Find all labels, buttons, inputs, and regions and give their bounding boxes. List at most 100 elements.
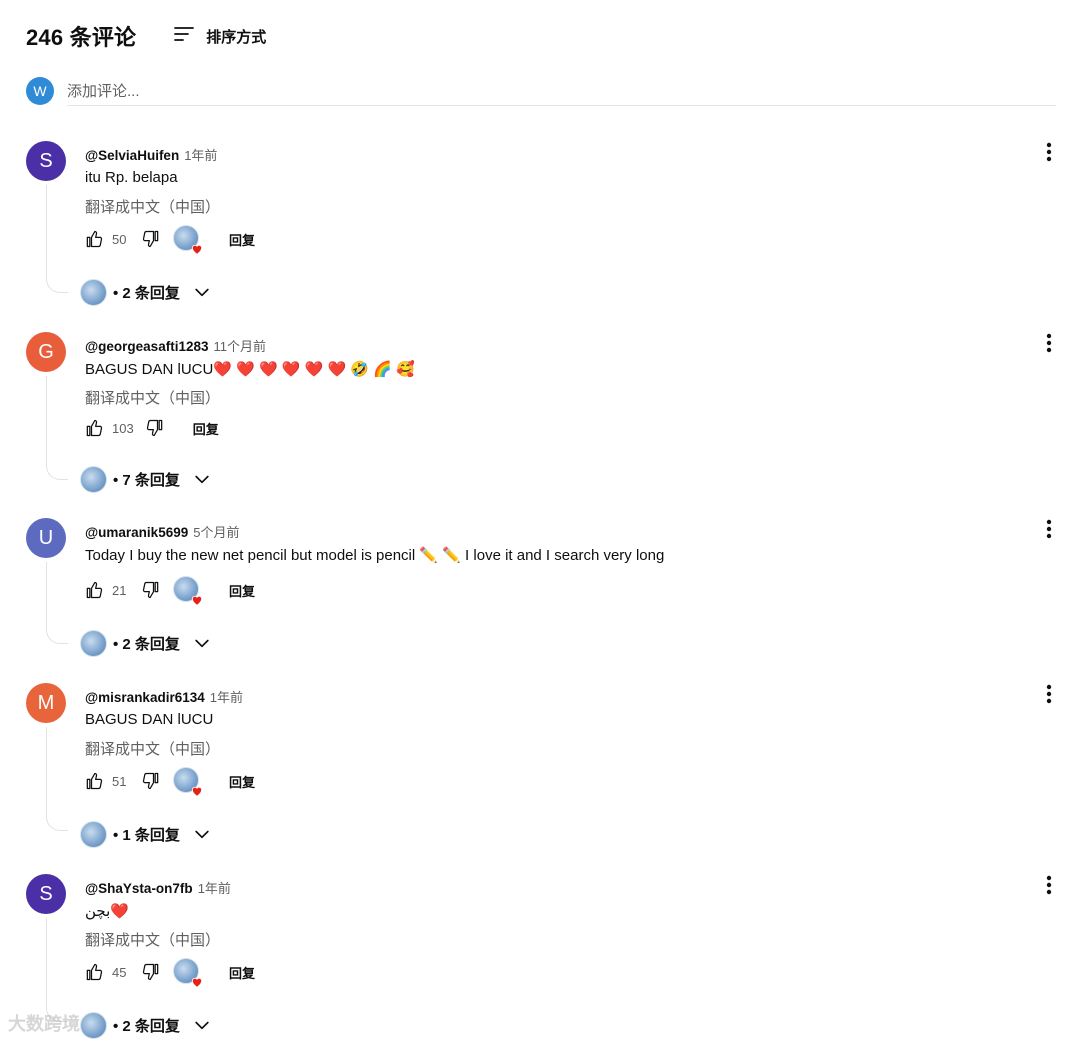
creator-heart-badge [173,958,203,988]
translate-link[interactable]: 翻译成中文（中国） [85,929,220,950]
like-count: 103 [112,420,134,436]
dislike-button[interactable] [145,418,165,438]
more-options-button[interactable] [1038,141,1060,163]
thumb-down-icon [142,963,159,981]
reply-avatar [80,278,107,306]
reply-avatar [80,820,107,848]
commenter-avatar[interactable]: S [26,874,66,914]
translate-link[interactable]: 翻译成中文（中国） [85,387,220,408]
comment-meta: @umaranik5699 5个月前 [85,522,239,541]
more-options-button[interactable] [1038,683,1060,705]
view-replies-button[interactable]: • 2 条回复 [80,1011,212,1039]
sort-button[interactable]: 排序方式 [172,22,266,51]
view-replies-button[interactable]: • 1 条回复 [80,820,212,848]
comment-time[interactable]: 1年前 [184,145,217,164]
comment-meta: @georgeasafti1283 11个月前 [85,336,266,355]
thumb-up-icon [86,581,103,599]
comment-author[interactable]: @misrankadir6134 [85,690,205,705]
comment-actions: 103 回复 [84,414,219,442]
thread-line [46,727,68,831]
comment-author[interactable]: @umaranik5699 [85,525,188,540]
creator-heart-badge [173,767,203,797]
like-button[interactable] [84,771,104,791]
dislike-button[interactable] [141,962,161,982]
comment-meta: @ShaYsta-on7fb 1年前 [85,878,231,897]
heart-icon [191,786,203,797]
thumb-up-icon [86,419,103,437]
like-count: 21 [112,582,127,598]
creator-heart-badge [173,576,203,606]
comment-text: BAGUS DAN lUCU❤️ ❤️ ❤️ ❤️ ❤️ ❤️ 🤣 🌈 🥰 [85,361,415,378]
thumb-up-icon [86,963,103,981]
comment-text: بچن❤️ [85,903,129,920]
view-replies-button[interactable]: • 2 条回复 [80,278,212,306]
like-count: 45 [112,964,127,980]
commenter-avatar[interactable]: M [26,683,66,723]
reply-avatar [80,1011,107,1039]
translate-link[interactable]: 翻译成中文（中国） [85,738,220,759]
comment-author[interactable]: @georgeasafti1283 [85,339,208,354]
reply-button[interactable]: 回复 [229,581,255,600]
comments-header: 246 条评论 排序方式 [26,18,266,54]
thumb-up-icon [86,772,103,790]
chevron-down-icon [195,288,209,297]
comment-time[interactable]: 11个月前 [213,336,266,355]
comment-author[interactable]: @ShaYsta-on7fb [85,881,193,896]
translate-link[interactable]: 翻译成中文（中国） [85,196,220,217]
thread-line [46,185,68,293]
add-comment-input[interactable]: 添加评论... [67,76,1056,106]
comment-text: Today I buy the new net pencil but model… [85,547,665,564]
thumb-up-icon [86,230,103,248]
heart-icon [191,244,203,255]
thumb-down-icon [142,581,159,599]
heart-icon [191,977,203,988]
dislike-button[interactable] [141,229,161,249]
more-options-button[interactable] [1038,874,1060,896]
comment-author[interactable]: @SelviaHuifen [85,148,179,163]
reply-button[interactable]: 回复 [229,230,255,249]
view-replies-button[interactable]: • 7 条回复 [80,465,212,493]
like-button[interactable] [84,229,104,249]
thread-line [46,376,68,480]
reply-button[interactable]: 回复 [229,772,255,791]
chevron-down-icon [195,639,209,648]
comment-actions: 21 回复 [84,576,255,606]
like-count: 51 [112,773,127,789]
view-replies-button[interactable]: • 2 条回复 [80,629,212,657]
comment-actions: 45 回复 [84,958,255,988]
commenter-avatar[interactable]: G [26,332,66,372]
thread-line [46,562,68,644]
chevron-down-icon [195,830,209,839]
like-button[interactable] [84,962,104,982]
dislike-button[interactable] [141,580,161,600]
watermark: 大数跨境 [8,1014,80,1034]
comment-text: itu Rp. belapa [85,169,178,186]
commenter-avatar[interactable]: S [26,141,66,181]
comment-time[interactable]: 1年前 [210,687,243,706]
commenter-avatar[interactable]: U [26,518,66,558]
comment-time[interactable]: 1年前 [198,878,231,897]
more-vert-icon [1046,142,1052,162]
like-button[interactable] [84,418,104,438]
more-options-button[interactable] [1038,518,1060,540]
comment-count: 246 条评论 [26,25,137,50]
like-count: 50 [112,231,127,247]
thumb-down-icon [142,772,159,790]
comment-actions: 50 回复 [84,225,255,255]
comment-actions: 51 回复 [84,767,255,797]
dislike-button[interactable] [141,771,161,791]
sort-label: 排序方式 [206,28,267,46]
replies-count: • 1 条回复 [113,826,180,844]
add-comment-row: W 添加评论... [26,76,1056,106]
more-options-button[interactable] [1038,332,1060,354]
more-vert-icon [1046,684,1052,704]
reply-button[interactable]: 回复 [193,419,219,438]
user-avatar: W [26,77,54,105]
more-vert-icon [1046,519,1052,539]
thumb-down-icon [146,419,162,437]
reply-avatar [80,629,107,657]
like-button[interactable] [84,580,104,600]
comment-time[interactable]: 5个月前 [193,522,239,541]
reply-avatar [80,465,107,493]
reply-button[interactable]: 回复 [229,963,255,982]
